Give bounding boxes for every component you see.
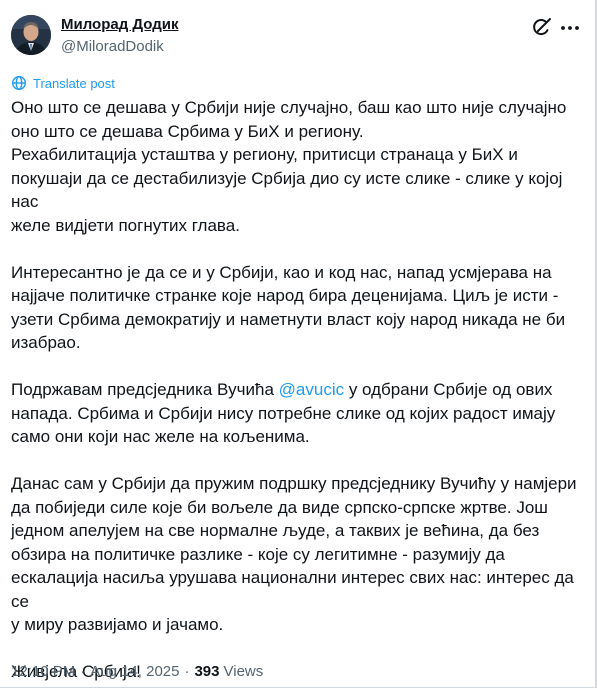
meta-separator: ·: [80, 663, 86, 680]
post-line: у миру развијамо и јачамо.: [11, 615, 224, 634]
meta-separator: ·: [184, 663, 190, 680]
post-line: напада. Србима и Србији нису потребне сл…: [11, 403, 556, 423]
post-line: да побиједи силе које би вољеле да виде …: [11, 497, 548, 517]
post-line: Подржавам предсједника Вучића: [11, 380, 279, 399]
translate-post-label: Translate post: [33, 75, 115, 91]
post-line: ескалација насиља урушава национални инт…: [11, 568, 574, 611]
post-line: покушаји да се дестабилизује Србија дио …: [11, 168, 563, 212]
grok-icon[interactable]: [529, 16, 553, 40]
post-line: само они који нас желе на кољенима.: [11, 427, 310, 446]
avatar[interactable]: [11, 15, 51, 55]
post-line: Рехабилитација усташтва у региону, прити…: [11, 145, 518, 164]
post-paragraph-3: Подржавам предсједника Вучића @avucic у …: [11, 378, 586, 449]
post-line: изабрао.: [11, 333, 81, 352]
post-line: у одбрани Србије од ових: [344, 380, 553, 399]
post-line: најјаче политичке странке које народ бир…: [11, 286, 559, 305]
post-meta: 12:10 PM · Aug 14, 2025 · 393 Views: [11, 663, 263, 680]
views-count: 393: [194, 663, 220, 680]
post-time[interactable]: 12:10 PM: [11, 663, 75, 680]
post-paragraph-1: Оно што се дешава у Србији није случајно…: [11, 96, 586, 237]
author-name[interactable]: Милорад Додик: [61, 16, 179, 33]
mention-avucic-link[interactable]: @avucic: [279, 380, 344, 399]
post-line: Оно што се дешава у Србији није случајно…: [11, 98, 567, 117]
translate-post-link[interactable]: Translate post: [11, 75, 115, 91]
post-line: оно што се дешава Србима у БиХ и региону…: [11, 121, 364, 141]
post-line: Интересантно је да се и у Србији, као и …: [11, 262, 552, 282]
post-line: Данас сам у Србији да пружим подршку пре…: [11, 474, 577, 493]
globe-icon: [11, 75, 27, 91]
post-line: узети Србима демократију и наметнути вла…: [11, 309, 566, 329]
post-paragraph-4: Данас сам у Србији да пружим подршку пре…: [11, 472, 586, 637]
post-line: желе видјети погнутих глава.: [11, 215, 240, 235]
author-handle[interactable]: @MiloradDodik: [61, 38, 164, 55]
post-date[interactable]: Aug 14, 2025: [90, 663, 179, 680]
post-line: обзира на политичке разлике - које су ле…: [11, 544, 505, 564]
more-icon[interactable]: [558, 16, 582, 40]
post-paragraph-2: Интересантно је да се и у Србији, као и …: [11, 261, 586, 355]
post-line: једном апелујем на све нормалне људе, а …: [11, 521, 540, 540]
views-label: Views: [223, 663, 264, 680]
post-text: Оно што се дешава у Србији није случајно…: [11, 96, 586, 684]
